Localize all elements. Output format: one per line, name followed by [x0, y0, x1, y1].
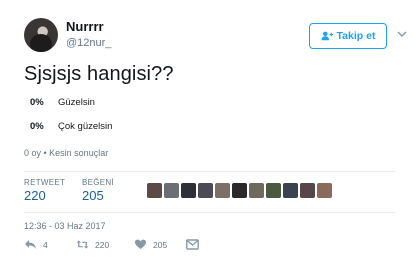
retweet-button[interactable]: 220 — [76, 239, 134, 250]
like-stat[interactable]: BEĞENİ 205 — [82, 178, 114, 203]
timestamp[interactable]: 12:36 - 03 Haz 2017 — [24, 221, 106, 231]
retweet-stat-value: 220 — [24, 188, 46, 203]
like-count: 205 — [153, 239, 168, 250]
direct-message-button[interactable] — [186, 239, 199, 250]
retweet-count: 220 — [95, 239, 110, 250]
tweet-text: Sjsjsjs hangisi?? — [24, 63, 174, 85]
liker-avatar[interactable] — [249, 183, 264, 198]
chevron-down-icon[interactable] — [397, 30, 407, 38]
divider — [24, 171, 396, 172]
like-stat-value: 205 — [82, 188, 104, 203]
divider — [24, 212, 396, 213]
user-handle[interactable]: @12nur_ — [66, 37, 111, 49]
add-user-icon — [320, 31, 333, 41]
liker-avatar[interactable] — [181, 183, 196, 198]
poll-option: 0% Güzelsin — [30, 97, 95, 108]
retweet-stat[interactable]: RETWEET 220 — [24, 178, 65, 203]
tweet-actions: 4 220 205 — [24, 239, 199, 250]
like-stat-label: BEĞENİ — [82, 178, 115, 187]
follow-button[interactable]: Takip et — [309, 23, 387, 49]
poll-option-label: Güzelsin — [58, 97, 95, 108]
heart-icon — [135, 239, 146, 249]
retweet-stat-label: RETWEET — [24, 178, 66, 187]
poll-option-percent: 0% — [30, 97, 44, 108]
follow-button-label: Takip et — [336, 30, 376, 42]
liker-avatar[interactable] — [283, 183, 298, 198]
reply-button[interactable]: 4 — [24, 239, 76, 250]
liker-avatar[interactable] — [317, 183, 332, 198]
display-name[interactable]: Nurrrr — [66, 19, 104, 34]
liker-avatar[interactable] — [198, 183, 213, 198]
like-button[interactable]: 205 — [134, 239, 186, 250]
liker-avatar[interactable] — [232, 183, 247, 198]
likers-avatars — [147, 183, 332, 198]
reply-count: 4 — [43, 239, 48, 250]
liker-avatar[interactable] — [266, 183, 281, 198]
envelope-icon — [186, 239, 199, 250]
poll-meta: 0 oy • Kesin sonuçlar — [24, 148, 109, 158]
poll-option-label: Çok güzelsin — [58, 121, 113, 132]
avatar[interactable] — [24, 18, 58, 52]
reply-icon — [25, 240, 36, 249]
poll-option-percent: 0% — [30, 121, 44, 132]
liker-avatar[interactable] — [147, 183, 162, 198]
liker-avatar[interactable] — [215, 183, 230, 198]
liker-avatar[interactable] — [300, 183, 315, 198]
retweet-icon — [76, 240, 89, 249]
liker-avatar[interactable] — [164, 183, 179, 198]
poll-option: 0% Çok güzelsin — [30, 121, 112, 132]
